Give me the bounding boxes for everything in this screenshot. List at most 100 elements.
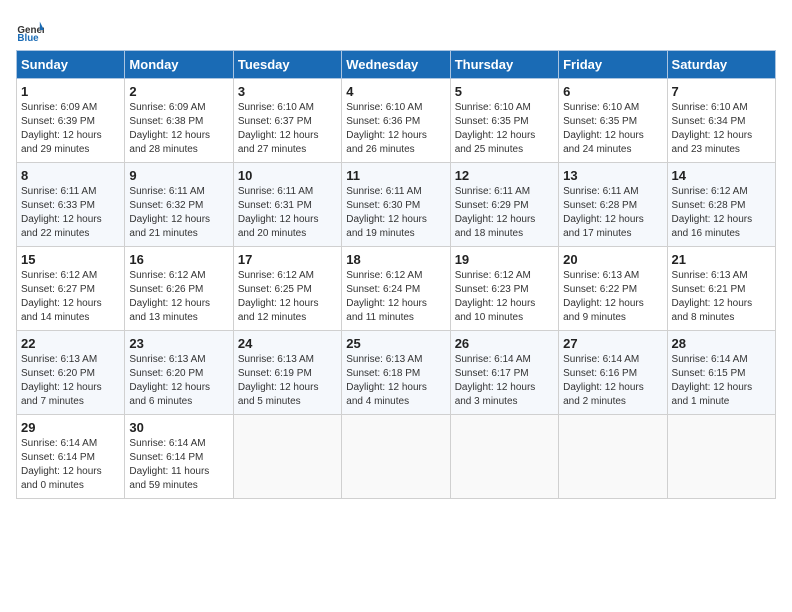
calendar-header-row: SundayMondayTuesdayWednesdayThursdayFrid… — [17, 51, 776, 79]
calendar-cell: 22Sunrise: 6:13 AMSunset: 6:20 PMDayligh… — [17, 331, 125, 415]
day-info: Sunrise: 6:11 AMSunset: 6:28 PMDaylight:… — [563, 186, 644, 239]
calendar-cell: 14 Sunrise: 6:12 AMSunset: 6:28 PMDayligh… — [667, 163, 775, 247]
calendar-header-monday: Monday — [125, 51, 233, 79]
calendar-cell: 17Sunrise: 6:12 AMSunset: 6:25 PMDayligh… — [233, 247, 341, 331]
calendar-cell: 29 Sunrise: 6:14 AMSunset: 6:14 PMDayligh… — [17, 415, 125, 499]
day-number: 4 — [346, 84, 445, 99]
day-info: Sunrise: 6:11 AMSunset: 6:30 PMDaylight:… — [346, 186, 427, 239]
day-info: Sunrise: 6:14 AMSunset: 6:14 PMDaylight:… — [21, 438, 102, 491]
day-number: 25 — [346, 336, 445, 351]
calendar-cell: 5 Sunrise: 6:10 AMSunset: 6:35 PMDaylight… — [450, 79, 558, 163]
day-number: 30 — [129, 420, 228, 435]
day-info: Sunrise: 6:12 AMSunset: 6:23 PMDaylight:… — [455, 270, 536, 323]
calendar-cell: 26Sunrise: 6:14 AMSunset: 6:17 PMDayligh… — [450, 331, 558, 415]
day-info: Sunrise: 6:14 AMSunset: 6:15 PMDaylight:… — [672, 354, 753, 407]
calendar-week-row: 15 Sunrise: 6:12 AMSunset: 6:27 PMDayligh… — [17, 247, 776, 331]
day-number: 18 — [346, 252, 445, 267]
calendar-cell — [559, 415, 667, 499]
day-number: 26 — [455, 336, 554, 351]
day-number: 9 — [129, 168, 228, 183]
calendar-cell — [667, 415, 775, 499]
calendar-cell: 20Sunrise: 6:13 AMSunset: 6:22 PMDayligh… — [559, 247, 667, 331]
day-info: Sunrise: 6:13 AMSunset: 6:20 PMDaylight:… — [129, 354, 210, 407]
day-number: 16 — [129, 252, 228, 267]
calendar-week-row: 1 Sunrise: 6:09 AMSunset: 6:39 PMDaylight… — [17, 79, 776, 163]
page-header: General Blue — [16, 16, 776, 44]
calendar-header-sunday: Sunday — [17, 51, 125, 79]
calendar-cell — [450, 415, 558, 499]
calendar-cell — [342, 415, 450, 499]
day-info: Sunrise: 6:12 AMSunset: 6:28 PMDaylight:… — [672, 186, 753, 239]
calendar-cell: 3 Sunrise: 6:10 AMSunset: 6:37 PMDaylight… — [233, 79, 341, 163]
day-info: Sunrise: 6:12 AMSunset: 6:27 PMDaylight:… — [21, 270, 102, 323]
day-info: Sunrise: 6:10 AMSunset: 6:37 PMDaylight:… — [238, 102, 319, 155]
calendar-cell: 25Sunrise: 6:13 AMSunset: 6:18 PMDayligh… — [342, 331, 450, 415]
calendar-body: 1 Sunrise: 6:09 AMSunset: 6:39 PMDaylight… — [17, 79, 776, 499]
calendar-cell: 15 Sunrise: 6:12 AMSunset: 6:27 PMDayligh… — [17, 247, 125, 331]
day-number: 8 — [21, 168, 120, 183]
calendar-cell: 27 Sunrise: 6:14 AMSunset: 6:16 PMDayligh… — [559, 331, 667, 415]
calendar-cell: 4 Sunrise: 6:10 AMSunset: 6:36 PMDaylight… — [342, 79, 450, 163]
day-number: 20 — [563, 252, 662, 267]
calendar-cell: 28 Sunrise: 6:14 AMSunset: 6:15 PMDayligh… — [667, 331, 775, 415]
day-number: 21 — [672, 252, 771, 267]
day-number: 7 — [672, 84, 771, 99]
calendar-cell: 1 Sunrise: 6:09 AMSunset: 6:39 PMDaylight… — [17, 79, 125, 163]
day-number: 17 — [238, 252, 337, 267]
day-info: Sunrise: 6:13 AMSunset: 6:21 PMDaylight:… — [672, 270, 753, 323]
calendar-cell: 10 Sunrise: 6:11 AMSunset: 6:31 PMDayligh… — [233, 163, 341, 247]
calendar-cell: 8Sunrise: 6:11 AMSunset: 6:33 PMDaylight… — [17, 163, 125, 247]
calendar-cell: 7 Sunrise: 6:10 AMSunset: 6:34 PMDaylight… — [667, 79, 775, 163]
calendar-cell: 9Sunrise: 6:11 AMSunset: 6:32 PMDaylight… — [125, 163, 233, 247]
calendar-cell: 16 Sunrise: 6:12 AMSunset: 6:26 PMDayligh… — [125, 247, 233, 331]
day-info: Sunrise: 6:11 AMSunset: 6:29 PMDaylight:… — [455, 186, 536, 239]
day-number: 13 — [563, 168, 662, 183]
day-number: 23 — [129, 336, 228, 351]
day-info: Sunrise: 6:10 AMSunset: 6:36 PMDaylight:… — [346, 102, 427, 155]
day-info: Sunrise: 6:09 AMSunset: 6:38 PMDaylight:… — [129, 102, 210, 155]
calendar-cell: 18 Sunrise: 6:12 AMSunset: 6:24 PMDayligh… — [342, 247, 450, 331]
svg-text:Blue: Blue — [17, 33, 39, 44]
calendar-header-saturday: Saturday — [667, 51, 775, 79]
day-number: 15 — [21, 252, 120, 267]
day-info: Sunrise: 6:11 AMSunset: 6:31 PMDaylight:… — [238, 186, 319, 239]
day-number: 5 — [455, 84, 554, 99]
day-number: 6 — [563, 84, 662, 99]
day-info: Sunrise: 6:09 AMSunset: 6:39 PMDaylight:… — [21, 102, 102, 155]
calendar-cell: 23 Sunrise: 6:13 AMSunset: 6:20 PMDayligh… — [125, 331, 233, 415]
calendar-table: SundayMondayTuesdayWednesdayThursdayFrid… — [16, 50, 776, 499]
day-number: 29 — [21, 420, 120, 435]
calendar-cell: 2 Sunrise: 6:09 AMSunset: 6:38 PMDaylight… — [125, 79, 233, 163]
calendar-cell: 13 Sunrise: 6:11 AMSunset: 6:28 PMDayligh… — [559, 163, 667, 247]
day-number: 24 — [238, 336, 337, 351]
day-info: Sunrise: 6:10 AMSunset: 6:34 PMDaylight:… — [672, 102, 753, 155]
calendar-header-wednesday: Wednesday — [342, 51, 450, 79]
day-number: 1 — [21, 84, 120, 99]
day-info: Sunrise: 6:10 AMSunset: 6:35 PMDaylight:… — [455, 102, 536, 155]
logo-icon: General Blue — [16, 16, 44, 44]
calendar-cell: 11Sunrise: 6:11 AMSunset: 6:30 PMDayligh… — [342, 163, 450, 247]
day-number: 28 — [672, 336, 771, 351]
calendar-cell: 21 Sunrise: 6:13 AMSunset: 6:21 PMDayligh… — [667, 247, 775, 331]
calendar-cell: 19Sunrise: 6:12 AMSunset: 6:23 PMDayligh… — [450, 247, 558, 331]
day-number: 10 — [238, 168, 337, 183]
day-number: 3 — [238, 84, 337, 99]
calendar-header-thursday: Thursday — [450, 51, 558, 79]
calendar-cell: 6Sunrise: 6:10 AMSunset: 6:35 PMDaylight… — [559, 79, 667, 163]
day-info: Sunrise: 6:14 AMSunset: 6:16 PMDaylight:… — [563, 354, 644, 407]
day-number: 14 — [672, 168, 771, 183]
day-info: Sunrise: 6:13 AMSunset: 6:20 PMDaylight:… — [21, 354, 102, 407]
day-info: Sunrise: 6:12 AMSunset: 6:26 PMDaylight:… — [129, 270, 210, 323]
day-info: Sunrise: 6:12 AMSunset: 6:24 PMDaylight:… — [346, 270, 427, 323]
day-info: Sunrise: 6:13 AMSunset: 6:19 PMDaylight:… — [238, 354, 319, 407]
calendar-week-row: 29 Sunrise: 6:14 AMSunset: 6:14 PMDayligh… — [17, 415, 776, 499]
day-number: 12 — [455, 168, 554, 183]
calendar-header-friday: Friday — [559, 51, 667, 79]
day-number: 27 — [563, 336, 662, 351]
calendar-cell — [233, 415, 341, 499]
day-info: Sunrise: 6:14 AMSunset: 6:14 PMDaylight:… — [129, 438, 209, 491]
logo: General Blue — [16, 16, 48, 44]
calendar-cell: 30 Sunrise: 6:14 AMSunset: 6:14 PMDayligh… — [125, 415, 233, 499]
day-number: 2 — [129, 84, 228, 99]
calendar-header-tuesday: Tuesday — [233, 51, 341, 79]
